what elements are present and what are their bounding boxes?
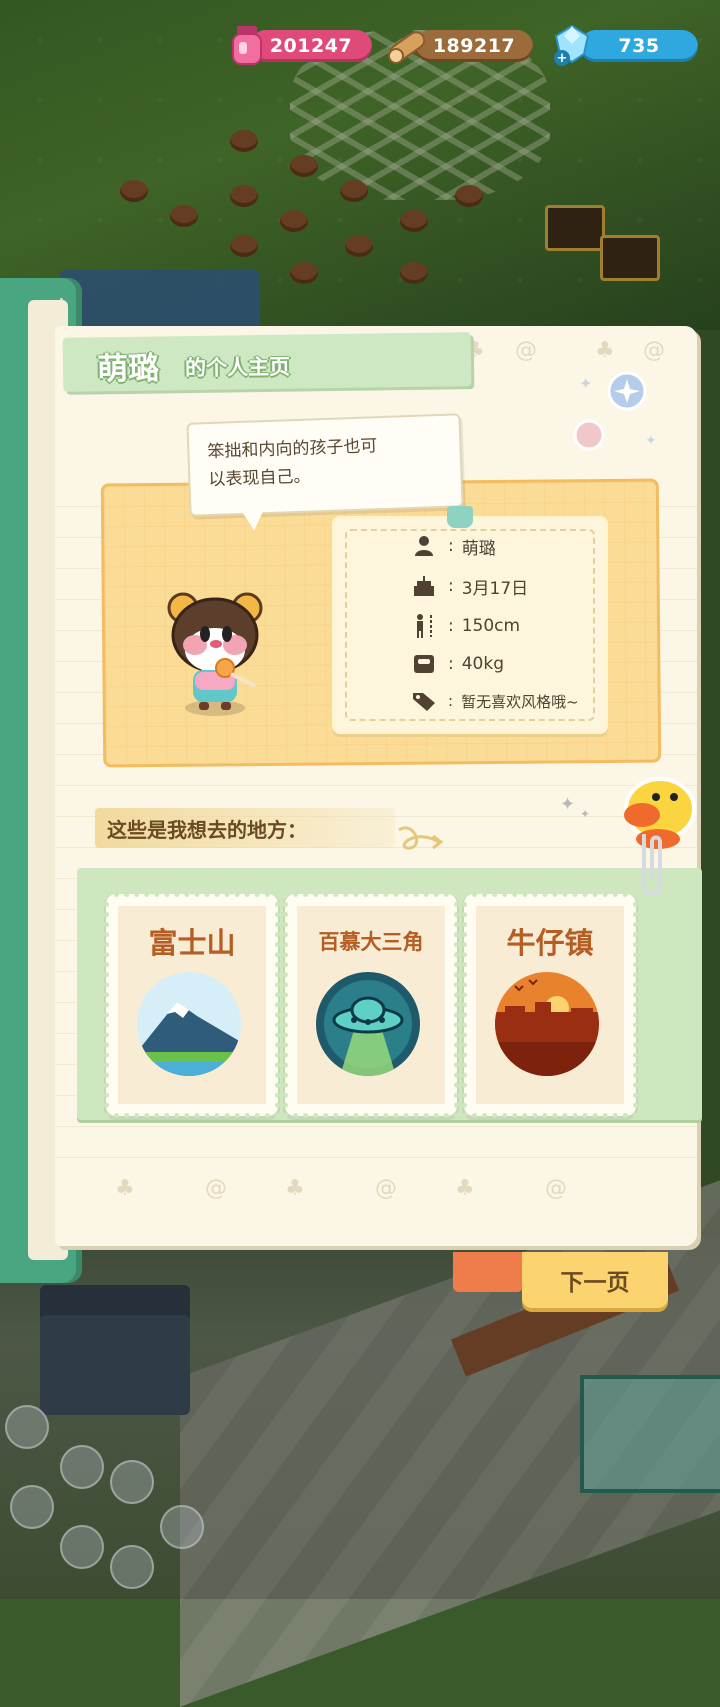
- page-title-suffix: 的个人主页: [184, 354, 291, 381]
- svg-text:✦: ✦: [580, 807, 590, 820]
- flower-decoration-icon: ✦ ✦: [573, 371, 657, 451]
- currency-pink-value: 201247: [269, 35, 353, 57]
- height-icon: [410, 614, 438, 638]
- club-decoration-icon: ♣: [115, 1176, 135, 1201]
- info-height-row: : 150cm: [410, 612, 520, 640]
- page-title-name: 萌璐: [96, 350, 160, 388]
- info-weight-row: : 40kg: [410, 650, 504, 678]
- currency-gem-value: 735: [618, 35, 660, 57]
- bookmark-tab: [453, 1252, 523, 1292]
- person-icon: [410, 534, 438, 558]
- birthday-cake-icon: [410, 574, 438, 598]
- place-label: 百慕大三角: [318, 930, 424, 954]
- club-decoration-icon: ♣: [595, 338, 615, 363]
- bio-speech-bubble: 笨拙和内向的孩子也可 以表现自己。: [186, 413, 464, 517]
- places-heading: 这些是我想去的地方：: [107, 818, 307, 842]
- squiggle-arrow-icon: [398, 826, 444, 850]
- currency-wood[interactable]: 189217: [415, 30, 533, 62]
- currency-gem[interactable]: 735: [580, 30, 698, 62]
- club-decoration-icon: ♣: [455, 1176, 475, 1201]
- svg-text:✦: ✦: [579, 374, 592, 393]
- info-name-value: 萌璐: [461, 538, 496, 559]
- paperclip-icon: [642, 834, 662, 896]
- info-weight-value: 40kg: [461, 654, 505, 674]
- next-page-button[interactable]: 下一页: [522, 1252, 668, 1308]
- info-name-row: : 萌璐: [410, 532, 496, 560]
- mountain-scene-icon: [137, 972, 241, 1076]
- ufo-scene-icon: [316, 972, 420, 1076]
- character-avatar[interactable]: [165, 590, 265, 720]
- info-style-value: 暂无喜欢风格哦~: [461, 692, 579, 711]
- swirl-decoration-icon: @: [545, 1176, 567, 1201]
- info-birthday-value: 3月17日: [461, 578, 529, 599]
- place-label: 牛仔镇: [506, 926, 594, 960]
- next-page-label: 下一页: [560, 1270, 630, 1296]
- cat-clip-icon: [447, 506, 473, 528]
- sparkle-icon: ✦ ✦: [560, 794, 590, 820]
- tag-icon: [410, 689, 438, 713]
- currency-wood-value: 189217: [432, 35, 516, 57]
- svg-text:✦: ✦: [645, 433, 657, 449]
- swirl-decoration-icon: @: [205, 1176, 227, 1201]
- place-stamp-fuji[interactable]: 富士山: [104, 892, 280, 1118]
- swirl-decoration-icon: @: [515, 338, 537, 363]
- sunset-town-scene-icon: [495, 972, 599, 1076]
- weight-scale-icon: [410, 652, 438, 676]
- info-style-row: : 暂无喜欢风格哦~: [410, 687, 579, 715]
- place-label: 富士山: [148, 926, 236, 960]
- club-decoration-icon: ♣: [285, 1176, 305, 1201]
- info-height-value: 150cm: [461, 616, 521, 636]
- diamond-plus-icon[interactable]: +: [550, 22, 594, 68]
- places-heading-banner: 这些是我想去的地方：: [95, 808, 395, 848]
- swirl-decoration-icon: @: [375, 1176, 397, 1201]
- page-title-banner: 萌璐 的个人主页: [62, 332, 472, 392]
- potion-jar-icon: [232, 26, 262, 65]
- place-stamp-bermuda[interactable]: 百慕大三角: [283, 892, 459, 1118]
- svg-text:+: +: [557, 51, 568, 66]
- wood-log-icon: [388, 31, 426, 64]
- svg-text:✦: ✦: [560, 794, 575, 815]
- swirl-decoration-icon: @: [643, 338, 665, 363]
- info-birthday-row: : 3月17日: [410, 572, 528, 600]
- place-stamp-cowboy-town[interactable]: 牛仔镇: [462, 892, 638, 1118]
